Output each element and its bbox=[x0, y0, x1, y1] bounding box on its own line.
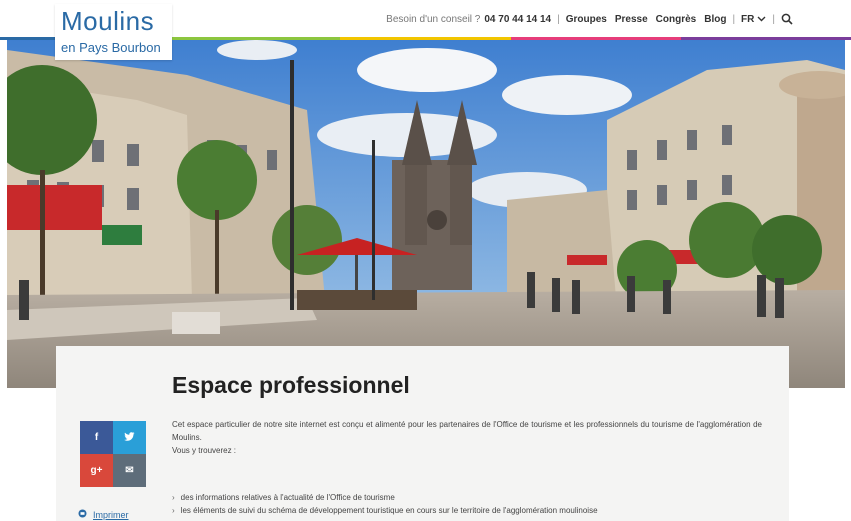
logo-subtitle: en Pays Bourbon bbox=[61, 40, 161, 55]
cathedral-square-photo bbox=[7, 40, 845, 388]
twitter-icon bbox=[124, 431, 135, 444]
nav-link-congres[interactable]: Congrès bbox=[656, 14, 697, 25]
chevron-down-icon bbox=[757, 16, 766, 22]
site-logo[interactable]: Moulins en Pays Bourbon bbox=[55, 4, 172, 60]
hero-image bbox=[7, 40, 845, 388]
nav-divider: | bbox=[772, 13, 775, 25]
nav-divider: | bbox=[557, 13, 560, 25]
printer-icon bbox=[78, 509, 87, 520]
chevron-right-icon: › bbox=[172, 506, 175, 515]
print-label: Imprimer bbox=[93, 509, 129, 520]
top-nav: Besoin d'un conseil ? 04 70 44 14 14 | G… bbox=[386, 13, 793, 25]
content-panel: Espace professionnel Cet espace particul… bbox=[56, 346, 789, 521]
list-item: › les éléments de suivi du schéma de déve… bbox=[172, 504, 598, 517]
list-item-text: des informations relatives à l'actualité… bbox=[180, 493, 395, 502]
googleplus-icon: g+ bbox=[90, 465, 103, 476]
language-selector[interactable]: FR bbox=[741, 14, 766, 25]
nav-link-blog[interactable]: Blog bbox=[704, 14, 726, 25]
phone-number[interactable]: 04 70 44 14 14 bbox=[484, 14, 551, 25]
mail-share-button[interactable]: ✉ bbox=[113, 454, 146, 487]
logo-title: Moulins bbox=[61, 6, 155, 36]
list-item: › des informations relatives à l'actualit… bbox=[172, 491, 598, 504]
bullet-list: › des informations relatives à l'actualit… bbox=[172, 491, 598, 517]
intro-paragraph: Cet espace particulier de notre site int… bbox=[172, 420, 762, 442]
nav-divider: | bbox=[732, 13, 736, 25]
search-icon[interactable] bbox=[781, 13, 793, 25]
intro-text: Cet espace particulier de notre site int… bbox=[172, 418, 762, 457]
nav-link-groupes[interactable]: Groupes bbox=[566, 14, 607, 25]
facebook-share-button[interactable]: f bbox=[80, 421, 113, 454]
googleplus-share-button[interactable]: g+ bbox=[80, 454, 113, 487]
advice-text: Besoin d'un conseil ? bbox=[386, 13, 481, 25]
page-title: Espace professionnel bbox=[172, 372, 410, 398]
share-buttons: f g+ ✉ bbox=[80, 421, 146, 487]
language-label: FR bbox=[741, 13, 755, 25]
print-link[interactable]: Imprimer bbox=[78, 509, 129, 520]
list-item-text: les éléments de suivi du schéma de dével… bbox=[180, 506, 598, 515]
facebook-icon: f bbox=[94, 432, 99, 443]
nav-link-presse[interactable]: Presse bbox=[615, 14, 648, 25]
intro-lead: Vous y trouverez : bbox=[172, 446, 237, 455]
chevron-right-icon: › bbox=[172, 493, 175, 502]
twitter-share-button[interactable] bbox=[113, 421, 146, 454]
mail-icon: ✉ bbox=[125, 465, 134, 476]
